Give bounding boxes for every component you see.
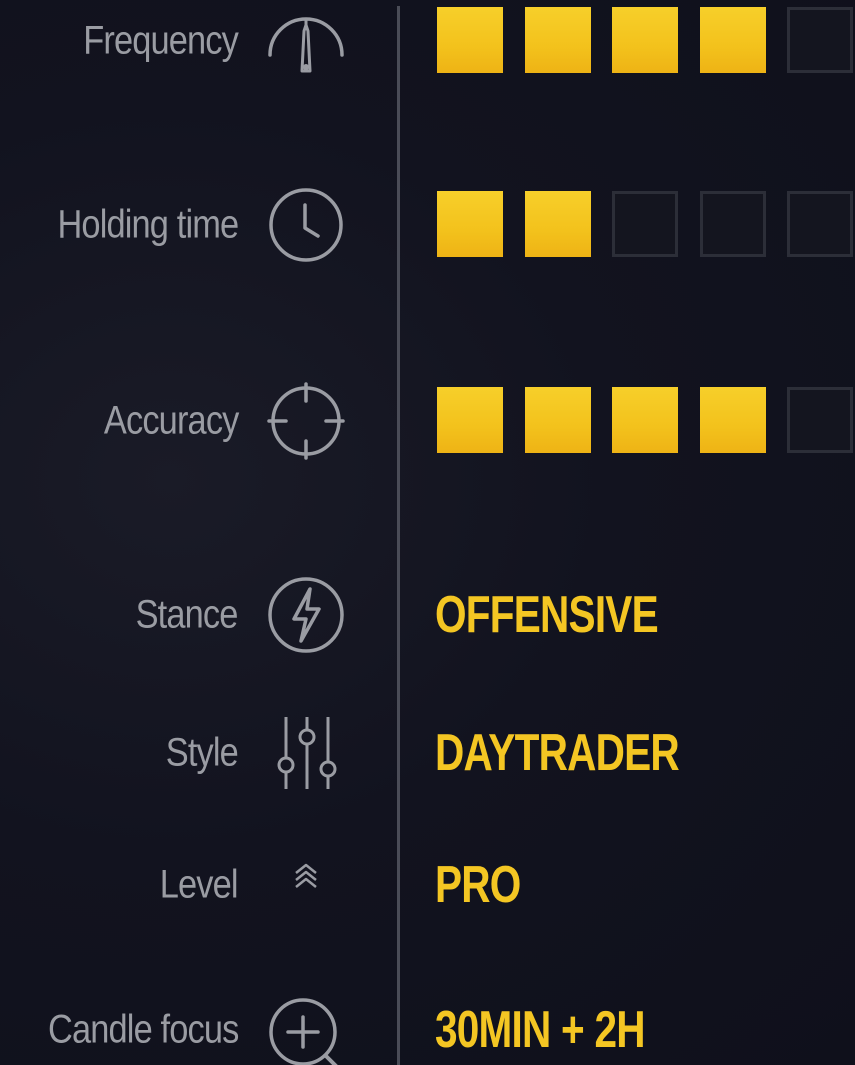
rating-square-filled — [612, 7, 678, 73]
attr-row-style: Style DAYTRADER — [0, 708, 855, 798]
stat-row-holding-time: Holding time — [0, 180, 855, 270]
stat-row-accuracy: Accuracy — [0, 376, 855, 466]
rating-square-filled — [612, 387, 678, 453]
stat-label: Holding time — [57, 202, 239, 247]
rating-square-filled — [524, 387, 591, 453]
rating-square-empty — [787, 387, 853, 453]
rating-square-filled — [524, 191, 591, 257]
stance-value: OFFENSIVE — [435, 586, 659, 644]
rating-square-filled — [699, 7, 766, 73]
chevrons-up-icon — [266, 845, 346, 925]
stat-label: Frequency — [83, 18, 239, 63]
lightning-icon — [266, 575, 346, 655]
frequency-rating — [437, 7, 855, 75]
zoom-in-icon — [266, 990, 346, 1065]
crosshair-icon — [266, 381, 346, 461]
clock-icon — [266, 185, 346, 265]
style-value: DAYTRADER — [435, 724, 680, 782]
sliders-icon — [266, 713, 346, 793]
holding-time-rating — [437, 191, 855, 259]
accuracy-rating — [437, 387, 855, 455]
attr-label: Style — [165, 730, 239, 775]
attr-row-candle-focus: Candle focus 30MIN + 2H — [0, 985, 855, 1065]
rating-square-filled — [524, 7, 591, 73]
rating-square-empty — [699, 191, 766, 257]
rating-square-filled — [437, 387, 503, 453]
rating-square-filled — [437, 7, 503, 73]
rating-square-empty — [787, 191, 853, 257]
attr-row-stance: Stance OFFENSIVE — [0, 570, 855, 660]
candle-focus-value: 30MIN + 2H — [435, 1001, 646, 1059]
attr-label: Level — [160, 862, 239, 907]
rating-square-empty — [787, 7, 853, 73]
attr-label: Candle focus — [47, 1007, 239, 1052]
gauge-icon — [266, 1, 346, 81]
rating-square-empty — [612, 191, 678, 257]
rating-square-filled — [437, 191, 503, 257]
level-value: PRO — [435, 856, 521, 914]
attr-label: Stance — [136, 592, 239, 637]
rating-square-filled — [699, 387, 766, 453]
stat-label: Accuracy — [103, 398, 238, 443]
stat-row-frequency: Frequency — [0, 0, 855, 86]
attr-row-level: Level PRO — [0, 840, 855, 930]
